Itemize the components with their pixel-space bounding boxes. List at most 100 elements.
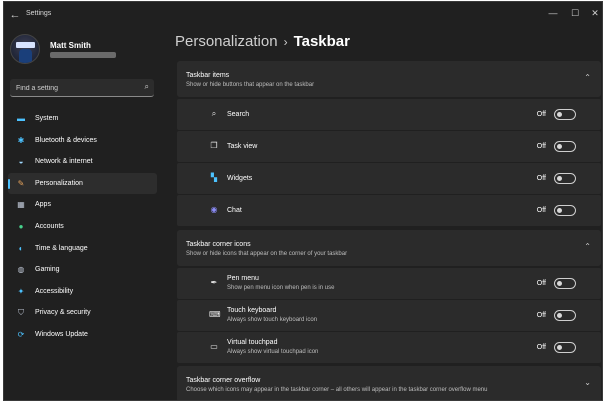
corner-virtual-touchpad-row: ▭ Virtual touchpad Always show virtual t… [177, 332, 601, 363]
minimize-button[interactable]: — [542, 6, 564, 20]
user-email-redacted [50, 52, 116, 58]
chevron-up-icon[interactable]: ⌃ [584, 73, 591, 82]
row-description: Show pen menu icon when pen is in use [227, 285, 335, 291]
breadcrumb-separator: › [283, 35, 288, 49]
toggle-state-label: Off [536, 207, 546, 214]
row-label: Pen menu [227, 275, 259, 282]
sidebar-item-gaming[interactable]: ◍ Gaming [8, 259, 157, 281]
bluetooth-icon: ✱ [17, 135, 25, 145]
row-label: Task view [227, 143, 258, 150]
toggle-state-label: Off [536, 143, 546, 150]
sidebar-item-network-internet[interactable]: ◒ Network & internet [8, 151, 157, 173]
shield-icon: ⛉ [18, 308, 24, 318]
section-subtitle: Choose which icons may appear in the tas… [186, 387, 488, 393]
touchpad-icon: ▭ [210, 342, 218, 351]
sidebar-nav: ▬ System ✱ Bluetooth & devices ◒ Network & in… [8, 108, 157, 346]
user-name: Matt Smith [50, 41, 91, 50]
sidebar-item-system[interactable]: ▬ System [8, 108, 157, 130]
app-title: Settings [26, 10, 52, 17]
corner-touch-keyboard-row: ⌨ Touch keyboard Always show touch keybo… [177, 300, 601, 331]
sidebar-item-label: Apps [35, 201, 51, 209]
close-button[interactable]: ✕ [584, 6, 602, 20]
breadcrumb-parent[interactable]: Personalization [175, 33, 278, 50]
user-profile[interactable]: Matt Smith [10, 34, 160, 68]
sidebar-item-label: Personalization [35, 179, 83, 187]
widgets-toggle[interactable] [554, 173, 576, 184]
sidebar-item-label: Time & language [35, 244, 88, 252]
pen-icon: ✒ [210, 278, 218, 287]
keyboard-icon: ⌨ [209, 310, 221, 319]
apps-icon: ▦ [17, 200, 25, 210]
row-label: Touch keyboard [227, 307, 277, 314]
taskbar-items-header[interactable]: Taskbar items Show or hide buttons that … [177, 61, 601, 97]
row-label: Widgets [227, 175, 253, 182]
sidebar-item-label: Privacy & security [35, 309, 91, 317]
accessibility-icon: ✦ [17, 286, 25, 296]
page-title: Taskbar [293, 33, 350, 50]
toggle-state-label: Off [536, 111, 546, 118]
pen-menu-toggle[interactable] [554, 278, 576, 289]
wifi-icon: ◒ [18, 157, 24, 167]
chevron-up-icon[interactable]: ⌃ [584, 242, 591, 251]
taskbar-item-search-row: ⌕ Search Off [177, 99, 601, 130]
taskbar-item-chat-row: ◉ Chat Off [177, 195, 601, 226]
sidebar-item-apps[interactable]: ▦ Apps [8, 194, 157, 216]
widgets-icon: ▚ [210, 173, 218, 182]
sidebar-item-personalization[interactable]: ✎ Personalization [8, 172, 157, 195]
search-icon: ⌕ [211, 109, 217, 118]
search-toggle[interactable] [554, 109, 576, 120]
back-button[interactable]: ← [8, 8, 22, 22]
corner-pen-menu-row: ✒ Pen menu Show pen menu icon when pen i… [177, 268, 601, 299]
task-view-toggle[interactable] [554, 141, 576, 152]
monitor-icon: ▬ [17, 114, 25, 123]
virtual-touchpad-toggle[interactable] [554, 342, 576, 353]
avatar [10, 34, 40, 64]
toggle-state-label: Off [536, 344, 546, 351]
touch-keyboard-toggle[interactable] [554, 310, 576, 321]
sidebar-item-label: Network & internet [35, 158, 93, 166]
close-icon: ✕ [591, 8, 599, 18]
task-view-icon: ❐ [210, 141, 218, 150]
row-label: Virtual touchpad [227, 339, 278, 346]
title-bar: ← Settings — ☐ ✕ [4, 2, 602, 28]
minimize-icon: — [548, 8, 558, 18]
chat-icon: ◉ [210, 205, 218, 214]
taskbar-corner-overflow-header[interactable]: Taskbar corner overflow Choose which ico… [177, 366, 601, 400]
taskbar-item-task-view-row: ❐ Task view Off [177, 131, 601, 162]
gamepad-icon: ◍ [17, 265, 25, 275]
chat-toggle[interactable] [554, 205, 576, 216]
taskbar-corner-icons-header[interactable]: Taskbar corner icons Show or hide icons … [177, 230, 601, 266]
settings-search-box[interactable]: ⌕ [10, 79, 154, 97]
sidebar-item-bluetooth-devices[interactable]: ✱ Bluetooth & devices [8, 130, 157, 152]
settings-window: ← Settings — ☐ ✕ Matt Smith ⌕ ▬ System ✱ Bl… [3, 1, 603, 401]
maximize-icon: ☐ [570, 8, 580, 18]
sidebar-item-windows-update[interactable]: ⟳ Windows Update [8, 324, 157, 346]
sidebar-item-time-language[interactable]: ◐ Time & language [8, 238, 157, 260]
breadcrumb: Personalization › Taskbar [175, 33, 350, 50]
search-input[interactable] [16, 82, 134, 94]
taskbar-item-widgets-row: ▚ Widgets Off [177, 163, 601, 194]
sidebar-item-label: Accounts [35, 222, 64, 230]
chevron-down-icon[interactable]: ⌄ [584, 378, 591, 387]
row-description: Always show touch keyboard icon [227, 317, 318, 323]
search-icon[interactable]: ⌕ [145, 82, 149, 92]
brush-icon: ✎ [17, 178, 25, 188]
sidebar-item-label: Bluetooth & devices [35, 136, 97, 144]
maximize-button[interactable]: ☐ [564, 6, 586, 20]
sidebar-item-label: Windows Update [35, 330, 88, 338]
row-label: Chat [227, 207, 242, 214]
person-icon: ● [18, 221, 24, 231]
sidebar-item-label: Accessibility [35, 287, 74, 295]
sidebar-item-accounts[interactable]: ● Accounts [8, 216, 157, 238]
toggle-state-label: Off [536, 280, 546, 287]
section-title: Taskbar items [186, 72, 230, 79]
section-subtitle: Show or hide buttons that appear on the … [186, 82, 315, 88]
row-label: Search [227, 111, 250, 118]
sidebar-item-accessibility[interactable]: ✦ Accessibility [8, 281, 157, 303]
sidebar-item-label: Gaming [35, 266, 60, 274]
globe-clock-icon: ◐ [18, 243, 24, 253]
sidebar-item-privacy-security[interactable]: ⛉ Privacy & security [8, 302, 157, 324]
toggle-state-label: Off [536, 175, 546, 182]
sidebar-item-label: System [35, 115, 59, 122]
section-title: Taskbar corner icons [186, 241, 251, 248]
